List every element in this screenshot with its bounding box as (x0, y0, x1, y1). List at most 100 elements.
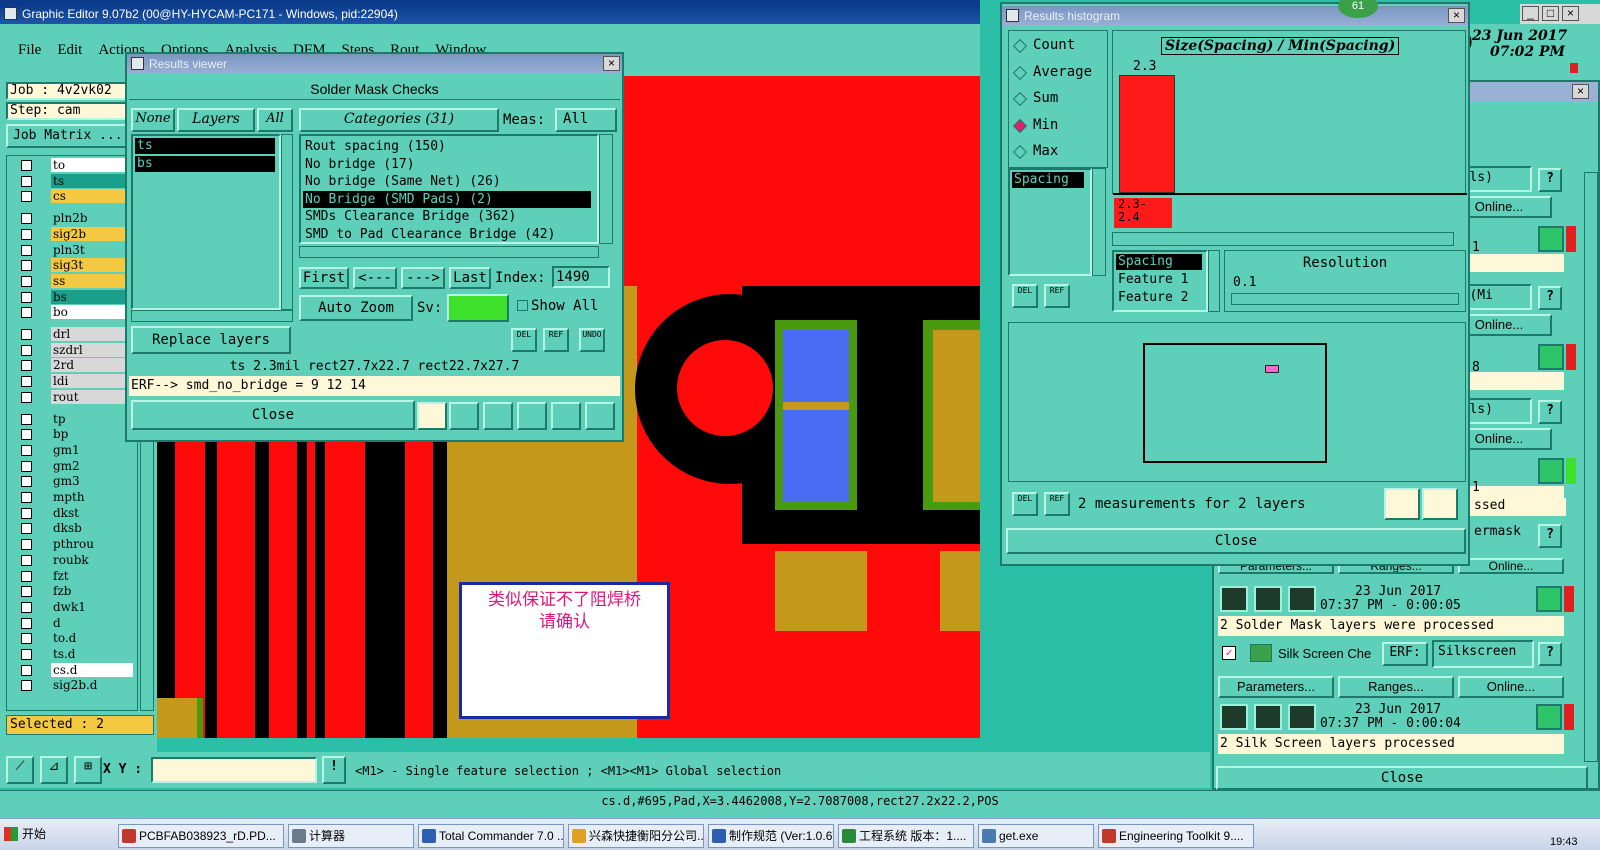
layer-checkbox[interactable] (21, 460, 32, 472)
layer-row[interactable]: dwk1 (15, 599, 133, 615)
layer-checkbox[interactable] (21, 586, 32, 598)
hist-option-min[interactable]: Min (1012, 117, 1107, 135)
rv-show-all-checkbox[interactable] (517, 300, 528, 311)
hist-feature-item[interactable]: Feature 1 (1116, 272, 1202, 288)
rv-category-item[interactable]: SMD to Pad Clearance Bridge (42) (303, 226, 591, 242)
rv-sv-color-select[interactable] (447, 294, 509, 322)
rv-close-icon[interactable]: × (603, 56, 620, 71)
layer-checkbox[interactable] (21, 160, 32, 171)
layer-checkbox[interactable] (21, 191, 32, 203)
start-button[interactable]: 开始 (0, 820, 52, 848)
rv-categories-list[interactable]: Rout spacing (150) No bridge (17) No bridg… (299, 134, 599, 244)
layer-row[interactable]: pln3t (15, 242, 133, 258)
layer-row[interactable]: gm2 (15, 458, 133, 474)
hist-close-button[interactable]: Close (1006, 528, 1466, 554)
layer-row[interactable]: gm1 (15, 442, 133, 458)
layer-checkbox[interactable] (21, 291, 32, 303)
rv-layers-scrollbar[interactable] (281, 134, 293, 310)
cl-silk-checkbox[interactable]: ✓ (1222, 646, 1236, 660)
layer-checkbox[interactable] (21, 260, 32, 272)
hist-feature-scrollbar[interactable] (1208, 250, 1220, 312)
hist-del-button[interactable]: DEL (1012, 284, 1038, 308)
layer-row[interactable]: sig3t (15, 258, 133, 273)
rv-layers-hscroll[interactable] (131, 310, 293, 322)
taskbar-item[interactable]: 工程系统 版本：1.... (838, 824, 974, 848)
xy-input[interactable] (151, 757, 317, 783)
rv-auto-zoom-select[interactable]: Auto Zoom (299, 295, 413, 321)
layer-checkbox[interactable] (21, 539, 32, 551)
layer-row[interactable]: mpth (15, 490, 133, 505)
rv-close-button[interactable]: Close (131, 400, 415, 430)
tool-button-2[interactable]: ⊿ (40, 756, 68, 784)
layer-checkbox[interactable] (21, 360, 32, 372)
cl-zoom-icon[interactable] (1538, 344, 1564, 370)
run-icon[interactable] (1288, 704, 1316, 730)
maximize-button[interactable]: □ (1542, 6, 1559, 21)
hist-left-scrollbar[interactable] (1092, 168, 1106, 276)
hist-hscroll[interactable] (1112, 232, 1454, 246)
layer-row[interactable]: to (15, 158, 133, 173)
rv-tool-icon-2[interactable] (449, 402, 479, 430)
rv-meas-select[interactable]: All (555, 108, 617, 132)
layer-checkbox[interactable] (21, 175, 32, 187)
cl-erf-button[interactable]: ERF: (1382, 642, 1428, 666)
rv-category-item[interactable]: No bridge (Same Net) (26) (303, 173, 591, 190)
hist-option-max[interactable]: Max (1012, 143, 1107, 161)
hist-left-list[interactable]: Spacing (1008, 168, 1092, 276)
rv-category-item[interactable]: Rout spacing (150) (303, 138, 591, 155)
rv-tool-icon-6[interactable] (585, 402, 615, 430)
alert-button[interactable]: ! (322, 756, 346, 784)
layer-checkbox[interactable] (21, 523, 32, 535)
layer-row[interactable]: fzt (15, 568, 133, 584)
rv-layers-button[interactable]: Layers (177, 108, 255, 132)
layer-checkbox[interactable] (21, 444, 32, 456)
layer-row[interactable]: drl (15, 327, 133, 342)
rv-categories-button[interactable]: Categories (31) (299, 108, 499, 132)
tool-button-3[interactable]: ⊞ (74, 756, 102, 784)
rv-categories-hscroll[interactable] (299, 246, 599, 258)
rv-tool-icon-3[interactable] (483, 402, 513, 430)
layer-row[interactable]: roubk (15, 552, 133, 568)
cl-close-button[interactable]: Close (1216, 766, 1588, 790)
cl-help-button[interactable]: ? (1538, 400, 1562, 424)
taskbar-item[interactable]: Engineering Toolkit 9.... (1098, 824, 1254, 848)
checklist-close-icon[interactable]: × (1572, 84, 1589, 99)
hist-left-item[interactable]: Spacing (1012, 172, 1084, 188)
rv-undo-button[interactable]: UNDO (579, 328, 605, 352)
taskbar-item[interactable]: get.exe (978, 824, 1094, 848)
rv-category-item[interactable]: No bridge (17) (303, 156, 591, 173)
checklist-scrollbar[interactable] (1584, 172, 1598, 762)
tool-button-1[interactable]: ⟋ (6, 756, 34, 784)
hist-feature-list[interactable]: Spacing Feature 1 Feature 2 (1112, 250, 1208, 312)
run-icon[interactable] (1220, 704, 1248, 730)
cl-zoom-icon[interactable] (1538, 226, 1564, 252)
taskbar-item[interactable]: Total Commander 7.0 ... (418, 824, 564, 848)
menu-item-edit[interactable]: Edit (57, 42, 82, 58)
layer-row[interactable]: bs (15, 289, 133, 305)
close-window-button[interactable]: × (1562, 6, 1579, 21)
layer-checkbox[interactable] (21, 344, 32, 356)
hist-ref-button-2[interactable]: REF (1044, 492, 1070, 516)
hist-option-average[interactable]: Average (1012, 64, 1107, 82)
cl-help-button[interactable]: ? (1538, 524, 1562, 548)
cl-silk-help-button[interactable]: ? (1538, 642, 1562, 666)
rv-layer-item[interactable]: bs (135, 156, 275, 172)
rv-last-button[interactable]: Last (449, 267, 491, 289)
layer-row[interactable]: d (15, 615, 133, 631)
layer-row[interactable]: ts (15, 173, 133, 189)
rv-category-item[interactable]: No Bridge (SMD Pads) (2) (303, 190, 591, 208)
layer-checkbox[interactable] (21, 680, 32, 692)
rv-tool-icon-1[interactable] (417, 402, 447, 430)
rv-next-button[interactable]: ---> (401, 267, 445, 289)
cl-silk-params-button[interactable]: Parameters... (1218, 676, 1334, 698)
cl-help-button[interactable]: ? (1538, 168, 1562, 192)
layer-row[interactable]: sig2b.d (15, 678, 133, 693)
hist-export-button-2[interactable] (1422, 488, 1458, 520)
rv-tool-icon-4[interactable] (517, 402, 547, 430)
rv-prev-button[interactable]: <--- (353, 267, 397, 289)
layer-row[interactable]: tp (15, 411, 133, 427)
run-icon[interactable] (1254, 586, 1282, 612)
layer-row[interactable]: cs.d (15, 662, 133, 678)
layer-row[interactable]: bo (15, 305, 133, 320)
layer-checkbox[interactable] (21, 507, 32, 519)
